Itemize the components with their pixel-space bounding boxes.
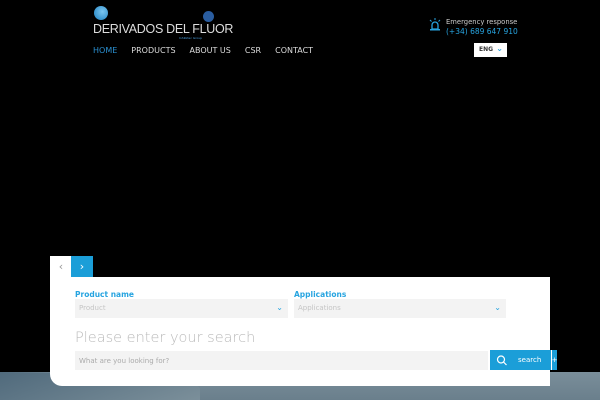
language-value: ENG [479,46,494,53]
nav-about-us[interactable]: ABOUT US [190,46,231,55]
product-select-value: Product [79,304,106,312]
language-select[interactable]: ENG ⌄ [474,43,507,57]
logo-icon [94,6,108,20]
logo[interactable]: DERIVADOS DEL FLUOR Inhibitec Group [93,5,233,41]
slider-prev-button[interactable]: ‹ [50,256,72,277]
slider-next-button[interactable]: › [71,256,93,277]
nav-home[interactable]: HOME [93,46,117,55]
product-select[interactable]: Product ⌄ [75,299,288,318]
applications-select-value: Applications [298,304,341,312]
search-button-label: search [518,356,542,364]
main-nav: HOME PRODUCTS ABOUT US CSR CONTACT [93,46,313,55]
emergency-contact: Emergency response (+34) 689 647 910 [429,18,518,36]
nav-csr[interactable]: CSR [245,46,261,55]
search-input[interactable] [75,351,488,370]
product-name-label: Product name [75,290,135,299]
search-icon [496,354,507,365]
advanced-search-plus[interactable]: + [551,350,557,370]
emergency-phone[interactable]: (+34) 689 647 910 [446,27,518,36]
search-button[interactable]: search + [490,350,557,370]
nav-contact[interactable]: CONTACT [275,46,313,55]
emergency-label: Emergency response [446,18,518,26]
logo-badge-icon [203,11,214,22]
chevron-down-icon: ⌄ [496,44,503,53]
logo-subtitle: Inhibitec Group [179,36,203,40]
chevron-right-icon: › [79,260,85,273]
chevron-left-icon: ‹ [58,260,64,273]
logo-text: DERIVADOS DEL FLUOR [93,22,234,36]
chevron-down-icon: ⌄ [494,303,501,312]
chevron-down-icon: ⌄ [276,303,283,312]
applications-label: Applications [294,290,347,299]
search-heading: Please enter your search [75,330,256,346]
search-panel: Product name Product ⌄ Applications Appl… [50,277,550,386]
nav-products[interactable]: PRODUCTS [131,46,175,55]
siren-icon [429,18,441,31]
applications-select[interactable]: Applications ⌄ [294,299,506,318]
